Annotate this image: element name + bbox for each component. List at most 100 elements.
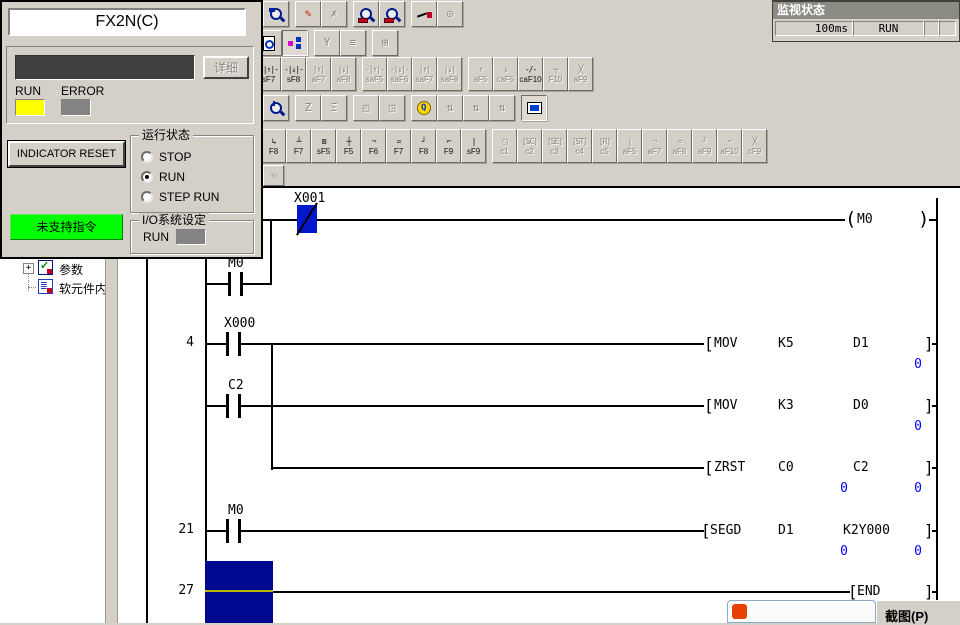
instruction-op: MOV — [714, 398, 737, 413]
monitor-value: 0 — [898, 357, 922, 372]
monitor-status-titlebar[interactable]: 监视状态 — [773, 2, 959, 19]
delete-rung-button[interactable]: ╳aF9 — [568, 57, 593, 91]
buffer-batch-monitor-button[interactable]: ⇅ — [463, 95, 489, 121]
corner-br-button[interactable]: ┘F8 — [411, 129, 436, 163]
monitor-field-4 — [939, 21, 956, 36]
stop-monitor-button[interactable] — [411, 95, 437, 121]
falling-branch-close-button[interactable]: |↓|saF8 — [437, 57, 462, 91]
radio-run[interactable]: RUN — [141, 170, 185, 184]
coil-c1-button[interactable]: □c1 — [492, 129, 517, 163]
radio-step-run[interactable]: STEP RUN — [141, 190, 219, 204]
ladder-write-button[interactable]: ✎ — [295, 1, 321, 27]
cross-line-button[interactable]: ┼F5 — [336, 129, 361, 163]
sampling-trace-button[interactable]: Z — [295, 95, 321, 121]
monitor-condition-button[interactable]: ⇅ — [489, 95, 515, 121]
selection-block-cursor[interactable] — [205, 561, 273, 623]
device-test-button[interactable] — [411, 1, 437, 27]
aux-delete-button[interactable]: ╳cF9 — [742, 129, 767, 163]
invert-down-button[interactable]: ↓caF5 — [493, 57, 518, 91]
coil-se-button[interactable]: [SE]c3 — [542, 129, 567, 163]
device-batch-monitor-button[interactable]: ⇅ — [437, 95, 463, 121]
no-contact[interactable] — [226, 332, 241, 356]
falling-pulse-close-button[interactable]: -|↓|-saF6 — [387, 57, 412, 91]
jump-source-button[interactable]: ◰ — [353, 95, 379, 121]
vline-delete-button[interactable]: |sF9 — [461, 129, 486, 163]
falling-pulse-button[interactable]: -|↓|-sF8 — [281, 57, 306, 91]
sogou-logo-icon[interactable] — [732, 604, 747, 619]
data-list-button[interactable]: ⊞ — [372, 30, 398, 56]
ladder-editor-window[interactable]: X001 M0 ( M0 ) 4 X000 [ MOV K5 D1 ] 0 C2… — [146, 186, 960, 623]
invert-up-button[interactable]: ↑aF5 — [468, 57, 493, 91]
rising-branch-close-button[interactable]: |↑|saF7 — [412, 57, 437, 91]
invert-result-button[interactable]: -/-caF10 — [518, 57, 543, 91]
status-latch-button[interactable]: Ξ — [321, 95, 347, 121]
device-memory-icon: ≣ — [38, 279, 53, 294]
coil-r-button[interactable]: [R]c5 — [592, 129, 617, 163]
screenshot-menu-item[interactable]: 截图(P) — [876, 600, 960, 623]
radio-icon — [141, 191, 153, 203]
delete-x-button[interactable]: ⊠sF5 — [311, 129, 336, 163]
delete-line-button[interactable]: ┬F10 — [543, 57, 568, 91]
rung-wire — [929, 219, 938, 221]
instruction-op: SEGD — [710, 523, 741, 538]
hline-delete-button[interactable]: ⌐F9 — [436, 129, 461, 163]
coil-label: M0 — [857, 212, 873, 227]
aux-corner-br-button[interactable]: ┘aF9 — [692, 129, 717, 163]
no-contact[interactable] — [228, 272, 243, 296]
tree-item-parameter[interactable]: 参数 — [59, 261, 83, 278]
instruction-bracket: [ — [704, 396, 714, 415]
entry-data-monitor-button[interactable] — [263, 95, 289, 121]
rising-pulse-branch-button[interactable]: |↑|aF7 — [306, 57, 331, 91]
toolbar-monitor: ZΞ◰◳⇅⇅⇅ — [254, 95, 547, 121]
contact-label: M0 — [228, 503, 244, 518]
io-system-group: I/O系统设定 RUN — [130, 220, 254, 254]
program-check-button[interactable]: Y — [314, 30, 340, 56]
monitor-value: 0 — [898, 544, 922, 559]
ladder-delete-button[interactable]: ✗ — [321, 1, 347, 27]
aux-hline-button[interactable]: =aF8 — [667, 129, 692, 163]
toolbar-view: Y≡⊞ — [256, 30, 398, 56]
rung-wire — [273, 591, 850, 593]
pan-hand-button[interactable]: ☜ — [263, 165, 284, 186]
rung-wire — [205, 530, 704, 532]
aux-vline-button[interactable]: |aF5 — [617, 129, 642, 163]
instruction-op: MOV — [714, 336, 737, 351]
coil-sc-button[interactable]: [SC]c2 — [517, 129, 542, 163]
parameter-check-button[interactable]: ≡ — [340, 30, 366, 56]
instruction-op: ZRST — [714, 460, 745, 475]
tree-item-device-memory[interactable]: 软元件内 — [59, 280, 107, 297]
monitor-write-mode-button[interactable] — [379, 1, 405, 27]
find-device-button[interactable] — [263, 1, 289, 27]
rising-pulse-close-button[interactable]: -|↑|-saF5 — [362, 57, 387, 91]
unsupported-instruction-button[interactable]: 未支持指令 — [10, 214, 123, 240]
hline-write-button[interactable]: =F7 — [386, 129, 411, 163]
details-button[interactable]: 详细 — [203, 56, 249, 79]
io-run-lamp — [176, 229, 206, 245]
rung-wire — [932, 405, 938, 407]
scan-time-field: 100ms — [775, 21, 853, 36]
tree-connector — [28, 287, 36, 288]
project-data-list-button[interactable] — [282, 30, 308, 56]
status-panel: 详细 RUN ERROR — [6, 46, 254, 124]
radio-stop[interactable]: STOP — [141, 150, 191, 164]
jump-destination-button[interactable]: ◳ — [379, 95, 405, 121]
monitor-mode-button[interactable] — [353, 1, 379, 27]
rung-wire — [932, 530, 938, 532]
instruction-operand: D1 — [778, 523, 794, 538]
indicator-reset-button[interactable]: INDICATOR RESET — [8, 141, 125, 167]
vertical-line-button[interactable]: ┴F7 — [286, 129, 311, 163]
aux-corner-tr-button[interactable]: ¬aF7 — [642, 129, 667, 163]
corner-tr-button[interactable]: ¬F6 — [361, 129, 386, 163]
tree-expand-box[interactable]: + — [23, 263, 34, 274]
plc-type-box: FX2N(C) — [8, 8, 246, 36]
ladder-monitor-window-button[interactable] — [521, 95, 547, 121]
rung-wire — [271, 467, 704, 469]
line-branch-button[interactable]: ↳F8 — [261, 129, 286, 163]
instruction-bracket: [ — [704, 458, 714, 477]
aux-hline2-button[interactable]: ⌐aF10 — [717, 129, 742, 163]
trace-button[interactable]: ◎ — [437, 1, 463, 27]
coil-st-button[interactable]: [ST]c4 — [567, 129, 592, 163]
no-contact[interactable] — [226, 394, 241, 418]
falling-pulse-branch-button[interactable]: |↓|aF8 — [331, 57, 356, 91]
no-contact[interactable] — [226, 519, 241, 543]
